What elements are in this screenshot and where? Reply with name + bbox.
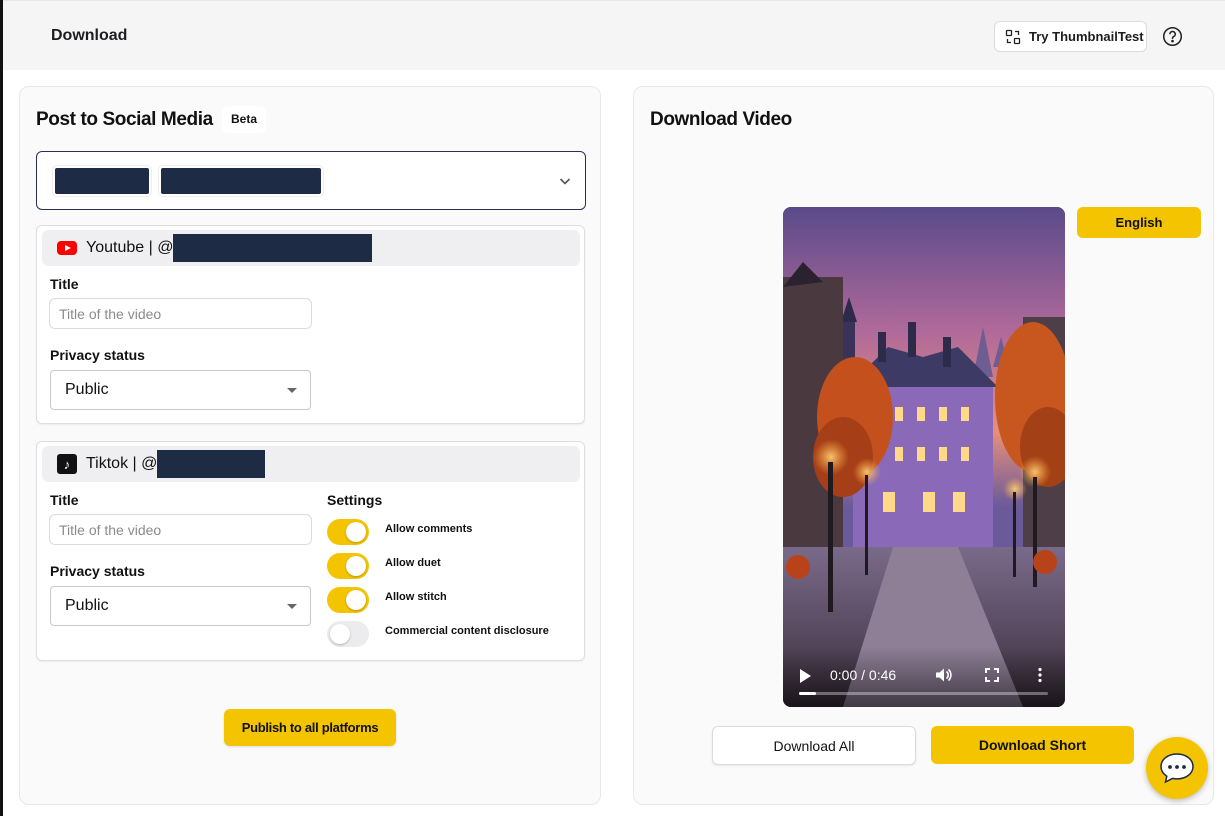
top-header: Download Try ThumbnailTest bbox=[3, 0, 1225, 70]
try-button-label: Try ThumbnailTest bbox=[1029, 29, 1144, 44]
post-to-social-panel: Post to Social Media Beta Youtube | @ Ti… bbox=[19, 86, 601, 805]
commercial-disclosure-toggle[interactable] bbox=[327, 621, 369, 647]
account-chip[interactable] bbox=[159, 166, 323, 196]
video-progress-bar[interactable] bbox=[799, 692, 1048, 695]
publish-all-button[interactable]: Publish to all platforms bbox=[224, 709, 396, 746]
video-controls: 0:00 / 0:46 bbox=[783, 647, 1065, 707]
account-chip[interactable] bbox=[53, 166, 151, 196]
download-video-panel: Download Video 0:00 / 0:46 English Downl… bbox=[633, 86, 1214, 805]
youtube-platform-label: Youtube | @ bbox=[86, 239, 174, 256]
chat-button[interactable] bbox=[1146, 737, 1208, 799]
tiktok-title-input[interactable] bbox=[49, 514, 312, 545]
download-short-button[interactable]: Download Short bbox=[931, 726, 1134, 764]
chat-bubble-icon bbox=[1160, 753, 1194, 784]
try-thumbnailtest-button[interactable]: Try ThumbnailTest bbox=[994, 21, 1147, 52]
tiktok-platform-label: Tiktok | @ bbox=[86, 455, 158, 472]
redacted-account bbox=[55, 168, 149, 194]
toggle-knob bbox=[346, 556, 366, 576]
youtube-title-input[interactable] bbox=[49, 298, 312, 329]
download-all-button[interactable]: Download All bbox=[712, 726, 916, 765]
youtube-privacy-value: Public bbox=[65, 381, 109, 398]
youtube-card: Youtube | @ Title Privacy status Public bbox=[36, 225, 585, 424]
tiktok-logo-icon: ♪ bbox=[57, 454, 77, 474]
allow-duet-toggle[interactable] bbox=[327, 553, 369, 579]
more-options-icon[interactable] bbox=[1031, 666, 1049, 684]
play-icon[interactable] bbox=[800, 669, 811, 683]
video-time: 0:00 / 0:46 bbox=[830, 667, 897, 683]
tiktok-privacy-value: Public bbox=[65, 597, 109, 614]
caret-down-icon bbox=[287, 604, 297, 609]
redacted-handle bbox=[173, 234, 373, 262]
chevron-down-icon[interactable] bbox=[558, 174, 572, 188]
video-player[interactable]: 0:00 / 0:46 bbox=[783, 207, 1065, 707]
youtube-title-label: Title bbox=[50, 276, 79, 292]
video-frame-thumbnail bbox=[783, 207, 1065, 707]
download-panel-title: Download Video bbox=[650, 109, 792, 130]
post-panel-title: Post to Social Media bbox=[36, 109, 213, 130]
allow-stitch-label: Allow stitch bbox=[385, 591, 447, 603]
redacted-handle bbox=[157, 450, 266, 478]
compare-icon bbox=[1005, 29, 1021, 44]
tiktok-card: ♪ Tiktok | @ Title Privacy status Public… bbox=[36, 441, 585, 661]
caret-down-icon bbox=[287, 388, 297, 393]
youtube-privacy-select[interactable]: Public bbox=[50, 370, 311, 410]
tiktok-privacy-label: Privacy status bbox=[50, 563, 145, 579]
account-select[interactable] bbox=[36, 151, 586, 210]
allow-stitch-toggle[interactable] bbox=[327, 587, 369, 613]
volume-icon[interactable] bbox=[934, 666, 952, 684]
allow-comments-label: Allow comments bbox=[385, 523, 473, 535]
youtube-logo-icon bbox=[57, 241, 77, 255]
commercial-disclosure-label: Commercial content disclosure bbox=[385, 625, 549, 637]
youtube-card-header: Youtube | @ bbox=[42, 230, 580, 266]
allow-comments-toggle[interactable] bbox=[327, 519, 369, 545]
toggle-knob bbox=[330, 624, 350, 644]
toggle-knob bbox=[346, 590, 366, 610]
redacted-account bbox=[161, 168, 321, 194]
allow-duet-label: Allow duet bbox=[385, 557, 441, 569]
tiktok-settings-label: Settings bbox=[327, 492, 383, 508]
beta-badge: Beta bbox=[222, 106, 267, 133]
tiktok-privacy-select[interactable]: Public bbox=[50, 586, 311, 626]
tiktok-card-header: ♪ Tiktok | @ bbox=[42, 446, 580, 482]
fullscreen-icon[interactable] bbox=[983, 666, 1001, 684]
language-button[interactable]: English bbox=[1077, 207, 1201, 238]
toggle-knob bbox=[346, 522, 366, 542]
tiktok-title-label: Title bbox=[50, 492, 79, 508]
video-progress-fill bbox=[799, 692, 817, 695]
page-title: Download bbox=[51, 27, 128, 44]
youtube-privacy-label: Privacy status bbox=[50, 347, 145, 363]
question-circle-icon[interactable] bbox=[1162, 26, 1183, 47]
left-edge-bar bbox=[0, 0, 3, 816]
